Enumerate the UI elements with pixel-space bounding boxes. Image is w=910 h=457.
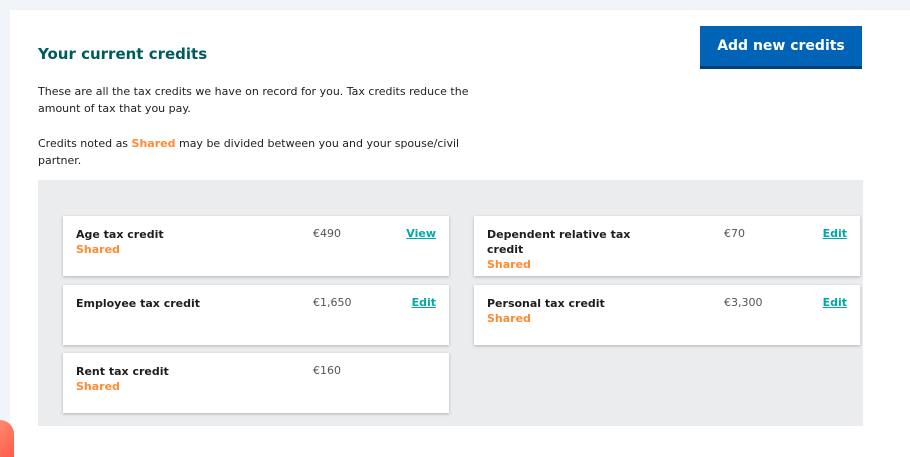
edit-link[interactable]: Edit xyxy=(823,296,847,309)
shared-keyword: Shared xyxy=(131,137,176,150)
credit-item-age: Age tax credit Shared €490 View xyxy=(63,216,449,276)
credit-title: Personal tax credit xyxy=(487,297,605,310)
shared-badge: Shared xyxy=(487,258,531,271)
shared-badge: Shared xyxy=(76,243,120,256)
credit-amount: €3,300 xyxy=(724,296,763,309)
shared-badge: Shared xyxy=(76,380,120,393)
credit-amount: €1,650 xyxy=(313,296,352,309)
shared-note: Credits noted as Shared may be divided b… xyxy=(38,135,478,169)
edit-link[interactable]: Edit xyxy=(412,296,436,309)
note-prefix: Credits noted as xyxy=(38,137,132,150)
credit-title: Employee tax credit xyxy=(76,297,201,310)
credit-item-rent: Rent tax credit Shared €160 xyxy=(63,353,449,413)
credit-title: Rent tax credit xyxy=(76,365,169,378)
credit-item-personal: Personal tax credit Shared €3,300 Edit xyxy=(474,285,860,345)
credit-name: Personal tax credit Shared xyxy=(487,296,677,326)
credit-name: Employee tax credit xyxy=(76,296,266,311)
page-title: Your current credits xyxy=(38,45,208,63)
credit-name: Age tax credit Shared xyxy=(76,227,266,257)
intro-text: These are all the tax credits we have on… xyxy=(38,85,469,115)
credit-amount: €160 xyxy=(313,364,341,377)
credits-panel: Age tax credit Shared €490 View Dependent… xyxy=(38,180,863,426)
add-new-credits-button[interactable]: Add new credits xyxy=(700,26,862,66)
shared-badge: Shared xyxy=(487,312,531,325)
edit-link[interactable]: Edit xyxy=(823,227,847,240)
credit-amount: €70 xyxy=(724,227,745,240)
credit-item-dependent-relative: Dependent relative tax credit Shared €70 … xyxy=(474,216,860,276)
credit-title: Age tax credit xyxy=(76,228,164,241)
credit-item-employee: Employee tax credit €1,650 Edit xyxy=(63,285,449,345)
credit-amount: €490 xyxy=(313,227,341,240)
credit-name: Rent tax credit Shared xyxy=(76,364,266,394)
credit-name: Dependent relative tax credit Shared xyxy=(487,227,637,272)
credit-title: Dependent relative tax credit xyxy=(487,228,631,256)
view-link[interactable]: View xyxy=(406,227,436,240)
